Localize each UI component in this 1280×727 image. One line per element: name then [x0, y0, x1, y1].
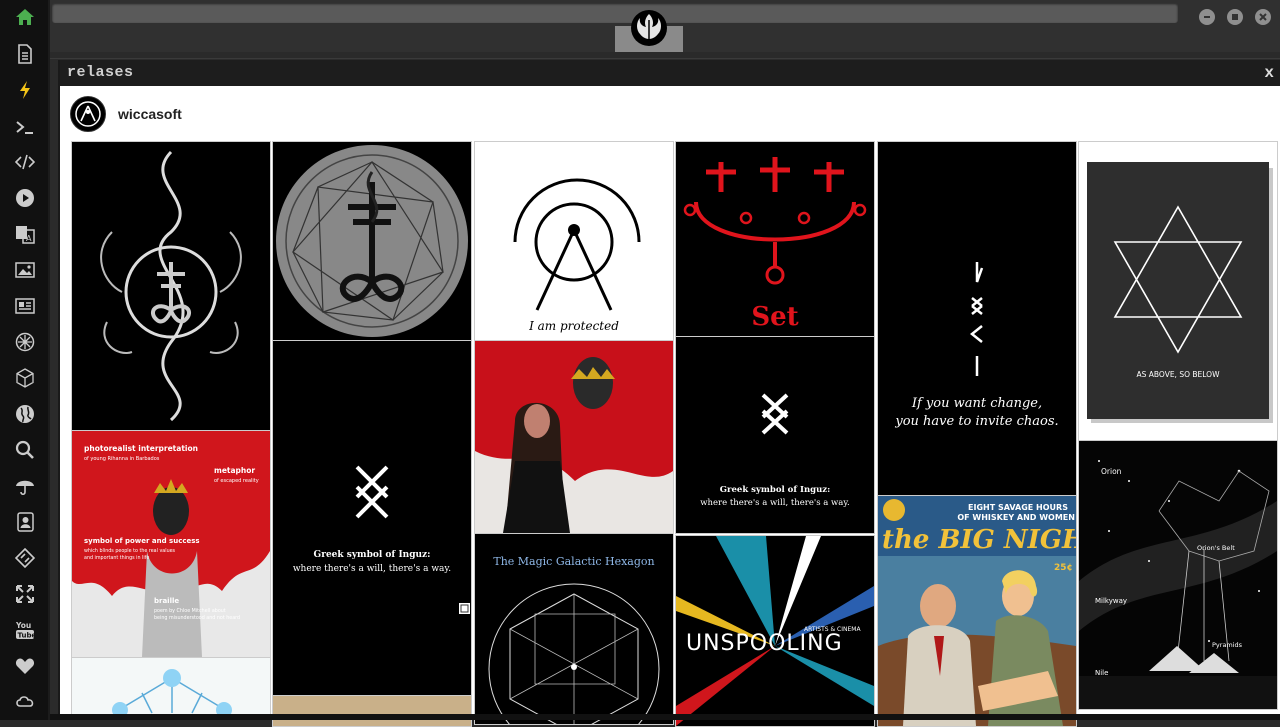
nile-label: Nile — [1095, 669, 1108, 677]
translate-icon[interactable]: A — [12, 221, 38, 247]
home-icon[interactable] — [12, 4, 38, 30]
panel-title: relases — [67, 64, 134, 81]
svg-text:Tube: Tube — [18, 632, 36, 640]
post-as-above-so-below[interactable]: AS ABOVE, SO BELOW — [1078, 141, 1278, 441]
svg-text:A: A — [26, 234, 32, 243]
anti-caption-metaphor-sub: of escaped reality — [214, 478, 259, 484]
minimize-button[interactable] — [1199, 9, 1215, 25]
anti-caption-sub: of young Rihanna in Barbados — [84, 456, 160, 462]
post-i-am-protected[interactable]: I am protected — [474, 141, 674, 341]
pyramids-label: Pyramids — [1212, 641, 1243, 649]
address-bar[interactable] — [52, 3, 1178, 23]
big-night-top1: EIGHT SAVAGE HOURS — [968, 503, 1068, 512]
big-night-price: 25¢ — [1054, 563, 1073, 573]
image-icon[interactable] — [12, 257, 38, 283]
hexagon-title: The Magic Galactic Hexagon — [493, 555, 654, 568]
rebel-alliance-icon — [629, 8, 669, 48]
post-big-night[interactable]: EIGHT SAVAGE HOURS OF WHISKEY AND WOMEN!… — [877, 495, 1077, 727]
anti-caption-title: photorealist interpretation — [84, 444, 198, 453]
profile-name[interactable]: wiccasoft — [118, 106, 182, 122]
emblem-icon[interactable] — [12, 329, 38, 355]
document-icon[interactable] — [12, 41, 38, 67]
panel-close-button[interactable]: x — [1264, 64, 1274, 82]
bottom-bar — [50, 714, 1280, 720]
chaos-line1: If you want change, — [911, 396, 1042, 411]
expand-icon[interactable] — [12, 581, 38, 607]
heart-icon[interactable] — [12, 653, 38, 679]
umbrella-icon[interactable] — [12, 473, 38, 499]
play-icon[interactable] — [12, 185, 38, 211]
post-tree-diagram[interactable] — [71, 657, 271, 719]
inguz-1-line2: where there's a will, there's a way. — [293, 564, 451, 574]
anti-caption-braille: braille — [154, 597, 179, 605]
lightning-icon[interactable] — [12, 77, 38, 103]
cloud-icon[interactable] — [12, 689, 38, 715]
cube-icon[interactable] — [12, 365, 38, 391]
panel-header: relases x — [60, 60, 1280, 86]
post-anti-album[interactable]: photorealist interpretation of young Rih… — [71, 430, 271, 658]
contacts-icon[interactable] — [12, 509, 38, 535]
big-night-title: the BIG NIGHT — [882, 525, 1076, 555]
sidebar: A You Tube — [0, 0, 50, 720]
anti-caption-braille-sub2: being misunderstood and not heard — [154, 615, 240, 621]
search-icon[interactable] — [12, 437, 38, 463]
tab-strip — [50, 52, 1280, 59]
post-inguz-2[interactable]: Greek symbol of Inguz: where there's a w… — [675, 336, 875, 534]
globe-icon[interactable] — [12, 401, 38, 427]
post-set-sigil[interactable]: Set — [675, 141, 875, 337]
anti-caption-power-sub1: which blinds people to the real values — [84, 548, 176, 554]
unspooling-sub: ARTISTS & CINEMA — [804, 626, 861, 633]
tag-icon[interactable] — [12, 545, 38, 571]
post-magic-hexagon[interactable]: The Magic Galactic Hexagon — [474, 533, 674, 725]
set-caption: Set — [751, 302, 798, 332]
post-chaos-runes[interactable]: If you want change, you have to invite c… — [877, 141, 1077, 496]
anti-caption-power: symbol of power and success — [84, 537, 200, 545]
inguz-2-line1: Greek symbol of Inguz: — [720, 485, 830, 495]
orion-belt-label: Orion's Belt — [1197, 544, 1235, 552]
code-icon[interactable] — [12, 149, 38, 175]
orion-label: Orion — [1101, 467, 1122, 476]
inguz-2-line2: where there's a will, there's a way. — [700, 498, 850, 508]
terminal-icon[interactable] — [12, 114, 38, 140]
anti-caption-power-sub2: and important things in life — [84, 555, 149, 561]
as-above-caption: AS ABOVE, SO BELOW — [1137, 370, 1221, 379]
post-inguz-1[interactable]: Greek symbol of Inguz: where there's a w… — [272, 340, 472, 696]
post-partial[interactable] — [272, 695, 472, 727]
post-leviathan-cross[interactable] — [71, 141, 271, 431]
close-window-button[interactable] — [1255, 9, 1271, 25]
chaos-line2: you have to invite chaos. — [894, 414, 1058, 429]
profile-header[interactable]: wiccasoft — [70, 96, 182, 132]
releases-panel: relases x wiccasoft photorealist interpr… — [58, 60, 1280, 727]
svg-text:You: You — [15, 621, 31, 630]
maximize-button[interactable] — [1227, 9, 1243, 25]
protected-caption: I am protected — [528, 319, 619, 333]
post-unspooling[interactable]: UNSPOOLING ARTISTS & CINEMA — [675, 535, 875, 727]
avatar[interactable] — [70, 96, 106, 132]
big-night-top2: OF WHISKEY AND WOMEN! — [957, 513, 1076, 522]
inguz-1-line1: Greek symbol of Inguz: — [314, 550, 431, 560]
post-orion-map[interactable]: Orion Orion's Belt Milkyway Pyramids Nil… — [1078, 440, 1278, 710]
anti-caption-braille-sub1: poem by Chloe Mitchell about — [154, 608, 226, 614]
unspooling-title: UNSPOOLING — [686, 631, 843, 656]
post-anti-photo[interactable] — [474, 340, 674, 534]
post-sigil-circle[interactable] — [272, 141, 472, 341]
milkyway-label: Milkyway — [1095, 597, 1127, 605]
anti-caption-metaphor: metaphor — [214, 466, 255, 475]
news-icon[interactable] — [12, 293, 38, 319]
youtube-icon[interactable]: You Tube — [12, 617, 38, 643]
